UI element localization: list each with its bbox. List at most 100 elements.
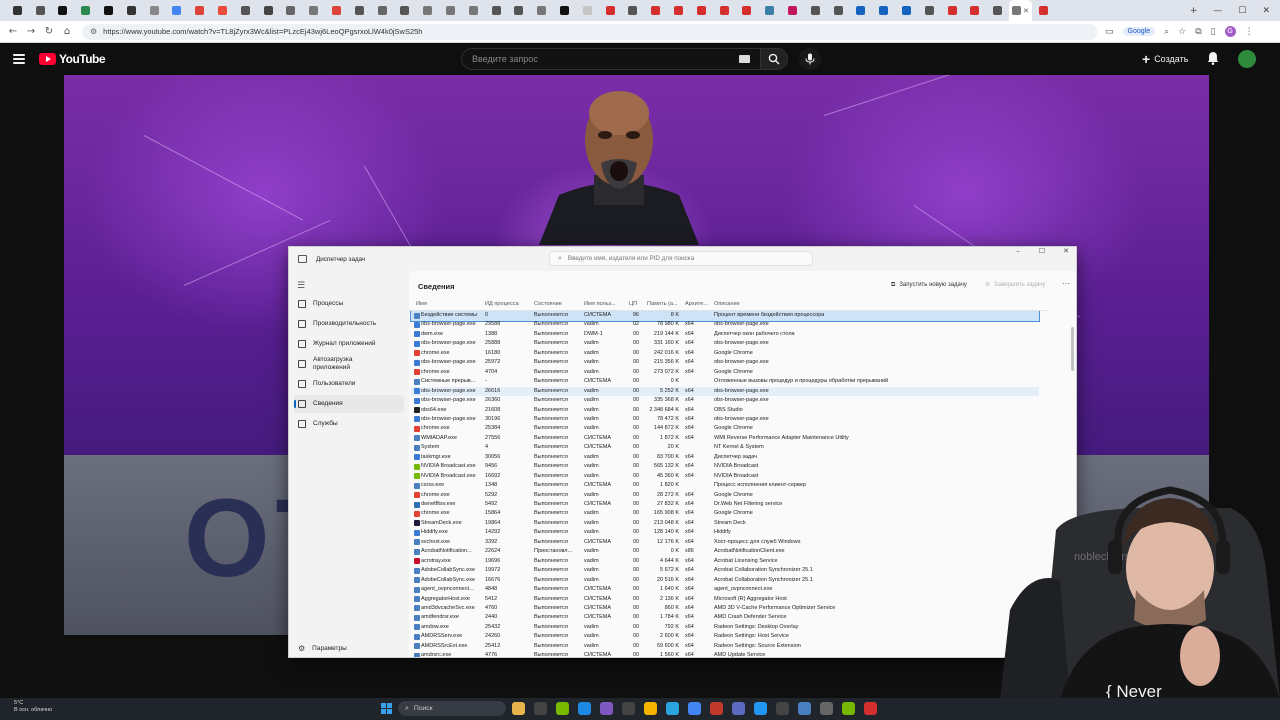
url-field[interactable]: ⚙ https://www.youtube.com/watch?v=TL8jZy… xyxy=(82,23,1097,40)
back-icon[interactable]: ← xyxy=(4,26,22,37)
browser-tab[interactable] xyxy=(462,0,485,21)
table-row[interactable]: AdobeCollabSync.exe 19972 Выполняется vadim… xyxy=(411,566,1039,576)
browser-tab[interactable] xyxy=(348,0,371,21)
table-row[interactable]: obs-browser-page.exe 25888 Выполняется vadi… xyxy=(411,339,1039,349)
table-row[interactable]: obs-browser-page.exe 30196 Выполняется vadi… xyxy=(411,415,1039,425)
zoom-icon[interactable]: ⌕ xyxy=(1164,27,1169,37)
taskbar-app-icon[interactable] xyxy=(776,702,789,715)
browser-tab[interactable] xyxy=(804,0,827,21)
table-row[interactable]: chrome.exe 4704 Выполняется vadim 00 273 072 … xyxy=(411,368,1039,378)
table-row[interactable]: WMIADAP.exe 27556 Выполняется СИСТЕМА 00 1 87… xyxy=(411,434,1039,444)
table-row[interactable]: obs-browser-page.exe 26360 Выполняется vadi… xyxy=(411,396,1039,406)
taskbar-app-icon[interactable] xyxy=(622,702,635,715)
taskbar-app-icon[interactable] xyxy=(534,702,547,715)
minimize-icon[interactable]: – xyxy=(1006,247,1030,261)
menu-dots-icon[interactable]: ⋮ xyxy=(1245,27,1254,37)
table-row[interactable]: amd3dvcacheSvc.exe 4760 Выполняется СИСТЕМА… xyxy=(411,604,1039,614)
column-header[interactable]: ЦП xyxy=(629,301,637,307)
browser-tab[interactable] xyxy=(394,0,417,21)
table-row[interactable]: obs64.exe 21608 Выполняется vadim 00 2 348 68… xyxy=(411,406,1039,416)
minimize-icon[interactable]: — xyxy=(1213,6,1222,16)
profile-avatar[interactable]: G xyxy=(1224,26,1236,37)
taskbar-app-icon[interactable] xyxy=(842,702,855,715)
browser-tab[interactable] xyxy=(188,0,211,21)
table-row[interactable]: taskmgr.exe 30056 Выполняется vadim 00 83 700… xyxy=(411,453,1039,463)
account-avatar[interactable] xyxy=(1238,50,1256,68)
taskbar-app-icon[interactable] xyxy=(754,702,767,715)
table-row[interactable]: csrss.exe 1348 Выполняется СИСТЕМА 00 1 820 K… xyxy=(411,481,1039,491)
table-row[interactable]: chrome.exe 25384 Выполняется vadim 00 144 872… xyxy=(411,424,1039,434)
taskbar-app-icon[interactable] xyxy=(600,702,613,715)
browser-tab[interactable] xyxy=(941,0,964,21)
maximize-icon[interactable]: ☐ xyxy=(1238,6,1246,16)
browser-tab[interactable] xyxy=(713,0,736,21)
browser-tab[interactable] xyxy=(781,0,804,21)
browser-tab[interactable] xyxy=(257,0,280,21)
more-options-icon[interactable]: ··· xyxy=(1062,279,1070,288)
table-row[interactable]: AMDRSServ.exe 24260 Выполняется vadim 00 2 60… xyxy=(411,632,1039,642)
start-button-windows-icon[interactable] xyxy=(381,703,392,714)
table-row[interactable]: AdobeCollabSync.exe 16676 Выполняется vadim… xyxy=(411,576,1039,586)
taskbar-app-icon[interactable] xyxy=(666,702,679,715)
browser-tab[interactable] xyxy=(690,0,713,21)
browser-tab[interactable] xyxy=(280,0,303,21)
column-header[interactable]: Память (а... xyxy=(647,301,678,307)
browser-tab[interactable] xyxy=(74,0,97,21)
table-row[interactable]: StreamDeck.exe 19864 Выполняется vadim 00 213… xyxy=(411,519,1039,529)
browser-tab[interactable] xyxy=(416,0,439,21)
table-row[interactable]: svchost.exe 3392 Выполняется СИСТЕМА 00 12 17… xyxy=(411,538,1039,548)
taskbar-app-icon[interactable] xyxy=(644,702,657,715)
browser-tab[interactable] xyxy=(325,0,348,21)
table-row[interactable]: NVIDIA Broadcast.exe 9456 Выполняется vadim… xyxy=(411,462,1039,472)
browser-tab[interactable] xyxy=(553,0,576,21)
search-button[interactable] xyxy=(760,48,788,70)
taskbar-app-icon[interactable] xyxy=(732,702,745,715)
taskbar-app-icon[interactable] xyxy=(798,702,811,715)
browser-tab[interactable] xyxy=(211,0,234,21)
search-input[interactable]: Введите запрос xyxy=(461,48,761,70)
browser-tab[interactable] xyxy=(508,0,531,21)
browser-tab[interactable] xyxy=(143,0,166,21)
browser-tab[interactable] xyxy=(234,0,257,21)
table-row[interactable]: obs-browser-page.exe 29588 Выполняется vadi… xyxy=(411,320,1039,330)
notifications-bell-icon[interactable] xyxy=(1207,51,1219,70)
youtube-logo[interactable]: YouTube xyxy=(39,52,106,66)
weather-widget[interactable]: 5°C В осн. облачно xyxy=(14,700,52,714)
keyboard-icon[interactable] xyxy=(739,55,750,63)
browser-tab[interactable] xyxy=(963,0,986,21)
column-header[interactable]: Описание xyxy=(714,301,740,307)
table-row[interactable]: chrome.exe 16180 Выполняется vadim 00 242 016… xyxy=(411,349,1039,359)
taskbar-app-icon[interactable] xyxy=(864,702,877,715)
table-row[interactable]: dwm.exe 1388 Выполняется DWM-1 00 219 144 K x6… xyxy=(411,330,1039,340)
taskbar-app-icon[interactable] xyxy=(710,702,723,715)
taskbar-search[interactable]: ⌕ Поиск xyxy=(398,701,506,716)
browser-tab[interactable] xyxy=(485,0,508,21)
sidebar-menu-icon[interactable]: ☰ xyxy=(297,281,305,291)
close-window-icon[interactable]: ✕ xyxy=(1262,6,1270,16)
browser-tab[interactable] xyxy=(918,0,941,21)
table-row[interactable]: AMDRSSrcExt.exe 25412 Выполняется vadim 00 59… xyxy=(411,642,1039,652)
install-icon[interactable]: ▭ xyxy=(1105,27,1114,37)
site-info-icon[interactable]: ⚙ xyxy=(90,27,97,36)
end-task-button[interactable]: ⊘ Завершить задачу xyxy=(985,281,1045,288)
extensions-icon[interactable]: ⧉ xyxy=(1195,27,1201,37)
column-header[interactable]: Состояние xyxy=(534,301,562,307)
browser-tab[interactable] xyxy=(895,0,918,21)
table-row[interactable]: Бездействие системы 0 Выполняется СИСТЕМА 96… xyxy=(410,311,1040,322)
browser-tab[interactable] xyxy=(576,0,599,21)
browser-tab[interactable] xyxy=(622,0,645,21)
browser-tab[interactable] xyxy=(849,0,872,21)
table-row[interactable]: Системные прерыв... - Выполняется СИСТЕМА 00… xyxy=(411,377,1039,387)
nav-item[interactable]: Службы xyxy=(294,415,404,433)
browser-tab[interactable] xyxy=(439,0,462,21)
bookmark-star-icon[interactable]: ☆ xyxy=(1178,27,1186,37)
table-row[interactable]: amdow.exe 25432 Выполняется vadim 00 792 K x64… xyxy=(411,623,1039,633)
browser-tab[interactable] xyxy=(120,0,143,21)
table-row[interactable]: NVIDIA Broadcast.exe 16692 Выполняется vadi… xyxy=(411,472,1039,482)
google-lens-pill[interactable]: Google xyxy=(1122,27,1156,36)
browser-tab[interactable] xyxy=(166,0,189,21)
process-search-input[interactable]: ⌕ Введите имя, издателя или PID для поис… xyxy=(549,251,813,266)
table-row[interactable]: AggregatorHost.exe 5412 Выполняется СИСТЕМА… xyxy=(411,595,1039,605)
task-manager-titlebar[interactable]: Диспетчер задач ⌕ Введите имя, издателя … xyxy=(289,247,1076,271)
browser-tab[interactable] xyxy=(371,0,394,21)
